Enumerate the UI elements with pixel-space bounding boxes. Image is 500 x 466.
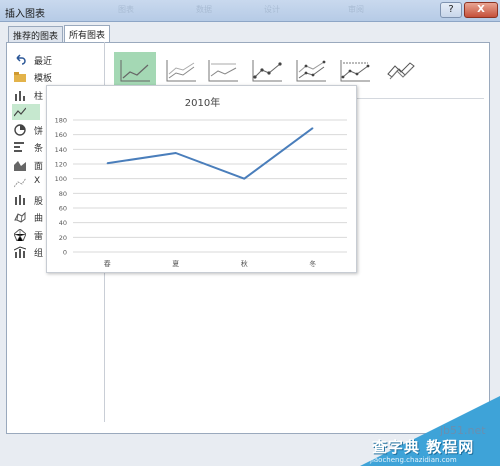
x-tick-label: 春: [104, 259, 111, 268]
background-ribbon-label: 图表: [118, 5, 134, 14]
sidebar-item-line[interactable]: [12, 104, 40, 120]
data-point: [243, 178, 245, 180]
undo-icon: [16, 54, 26, 65]
sidebar-item-label: 曲: [34, 214, 44, 224]
line-with-markers-icon: [252, 60, 282, 82]
y-tick-label: 140: [55, 146, 67, 154]
y-tick-label: 80: [59, 190, 67, 198]
line-icon: [120, 60, 150, 82]
y-tick-label: 0: [63, 249, 67, 257]
stock-chart-icon: [15, 195, 25, 205]
folder-icon: [14, 72, 26, 82]
series-line: [107, 127, 314, 180]
chart-subtype-percent-stacked-line[interactable]: [202, 52, 244, 88]
background-ribbon-label: 审阅: [348, 5, 364, 14]
chart-subtype-line[interactable]: [114, 52, 156, 88]
sidebar-item-label: 柱: [34, 92, 44, 102]
watermark-url: jiaocheng.chazidian.com: [370, 456, 457, 464]
sidebar-item-label: 饼: [34, 127, 44, 137]
x-tick-label: 秋: [241, 259, 248, 268]
background-ribbon-label: 数据: [196, 5, 212, 14]
background-ribbon-label: 设计: [264, 5, 280, 14]
3d-line-icon: [387, 62, 415, 80]
chart-preview: 2010年 0 20 40 60 80 100 120 140 160 180 春夏秋冬: [46, 85, 357, 273]
sidebar-item-label: X: [34, 176, 41, 186]
scatter-chart-icon: [14, 177, 26, 188]
y-tick-label: 120: [55, 161, 67, 169]
percent-stacked-line-icon: [208, 60, 238, 82]
tab-recommended-charts[interactable]: 推荐的图表: [8, 26, 64, 42]
y-tick-label: 40: [59, 219, 67, 227]
bar-chart-icon: [14, 142, 24, 152]
sidebar-item-recent[interactable]: 最近: [12, 52, 98, 68]
line-chart: 0 20 40 60 80 100 120 140 160 180 春 夏 秋 冬: [55, 117, 347, 268]
percent-stacked-line-with-markers-icon: [340, 60, 370, 82]
pie-chart-icon: [14, 124, 26, 136]
column-chart-icon: [15, 91, 25, 101]
area-chart-icon: [14, 161, 26, 171]
sidebar-item-label: 模板: [34, 74, 53, 84]
sidebar-item-templates[interactable]: 模板: [12, 69, 98, 85]
radar-chart-icon: [14, 229, 26, 241]
window-title: 插入图表: [5, 9, 45, 20]
watermark-brand: 查字典 教程网: [372, 438, 475, 456]
data-point: [175, 152, 177, 154]
chart-subtype-percent-stacked-line-markers[interactable]: [334, 52, 376, 88]
sidebar-item-label: 面: [34, 162, 44, 172]
sidebar-item-label: 条: [34, 144, 44, 154]
data-point: [312, 127, 314, 129]
sidebar-item-label: 组: [34, 249, 44, 259]
tab-all-charts[interactable]: 所有图表: [64, 25, 111, 42]
chart-subtype-stacked-line-markers[interactable]: [290, 52, 332, 88]
y-tick-label: 60: [59, 205, 67, 213]
x-tick-label: 夏: [172, 260, 179, 268]
combo-chart-icon: [14, 246, 26, 258]
stacked-line-icon: [166, 60, 196, 82]
sidebar-item-label: 雷: [34, 232, 44, 242]
stacked-line-with-markers-icon: [296, 60, 326, 82]
chart-subtype-stacked-line[interactable]: [160, 52, 202, 88]
surface-chart-icon: [14, 211, 26, 223]
y-tick-label: 180: [55, 117, 67, 125]
close-button[interactable]: X: [464, 2, 498, 18]
chart-subtype-3d-line[interactable]: [380, 52, 422, 88]
line-chart-icon: [14, 107, 26, 117]
sidebar-item-label: 股: [34, 197, 44, 207]
x-tick-label: 冬: [309, 259, 316, 268]
chart-subtype-line-markers[interactable]: [246, 52, 288, 88]
sidebar-item-label: 最近: [34, 57, 53, 67]
y-tick-label: 100: [55, 175, 67, 183]
title-bar: 插入图表 图表 数据 设计 审阅 ? X: [0, 0, 500, 22]
help-button[interactable]: ?: [440, 2, 462, 18]
y-tick-label: 20: [59, 234, 67, 242]
y-tick-label: 160: [55, 131, 67, 139]
data-point: [106, 162, 108, 164]
